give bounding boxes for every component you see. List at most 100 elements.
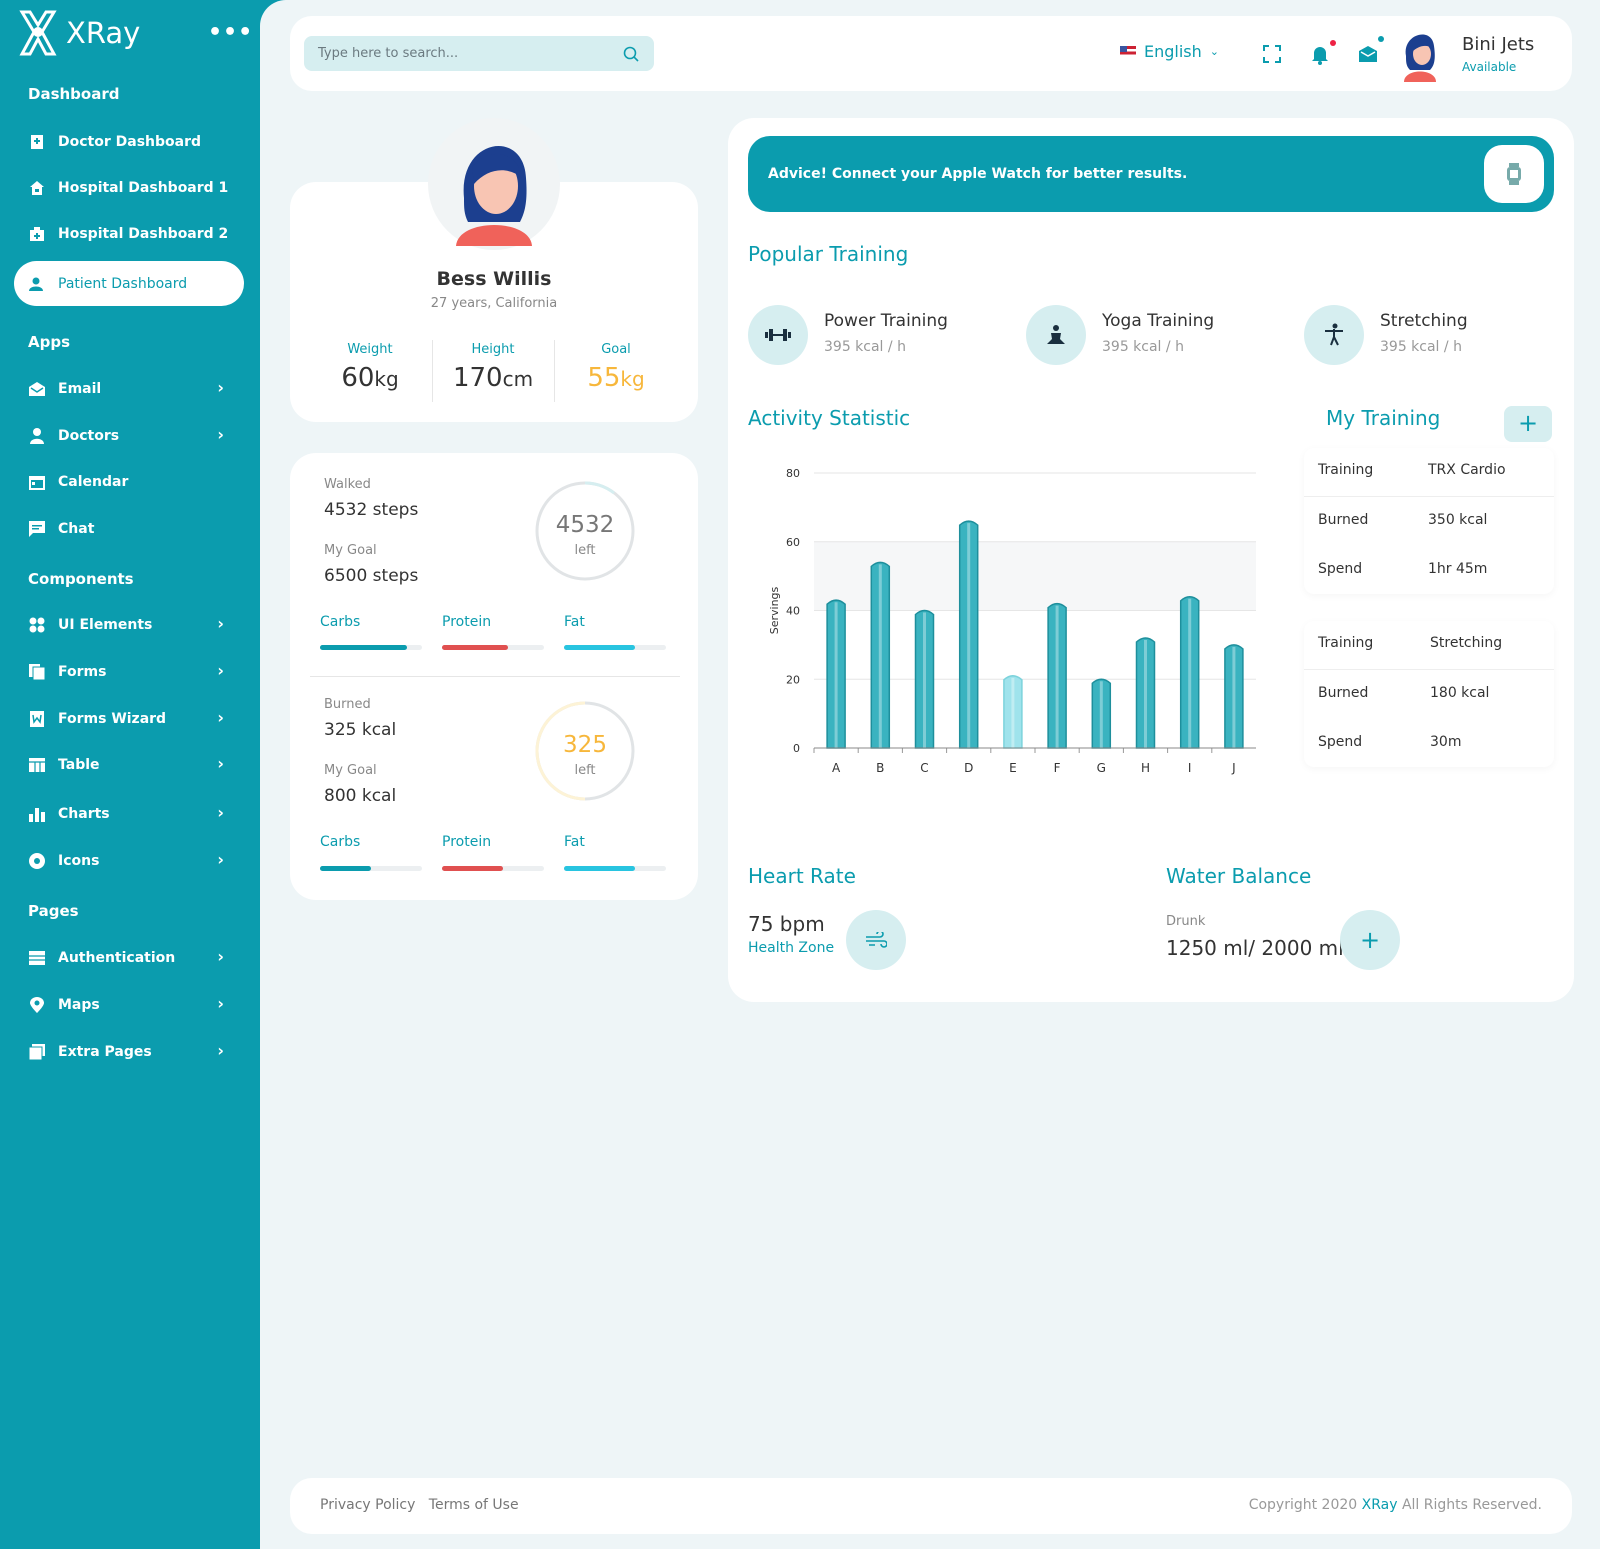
training-name: Power Training xyxy=(824,311,948,331)
protein-bar xyxy=(442,645,544,650)
sidebar-item-email[interactable]: Email › xyxy=(14,366,244,411)
fullscreen-icon[interactable] xyxy=(1260,42,1284,66)
bell-icon[interactable] xyxy=(1308,42,1332,66)
add-training-button[interactable]: + xyxy=(1504,406,1552,442)
sidebar-item-label: Charts xyxy=(58,805,110,822)
sidebar-item-hospital-dashboard-2[interactable]: Hospital Dashboard 2 xyxy=(14,211,244,256)
chevron-right-icon: › xyxy=(217,947,224,966)
avatar[interactable] xyxy=(1400,26,1440,82)
sidebar-item-charts[interactable]: Charts › xyxy=(14,791,244,836)
xray-logo-icon xyxy=(19,10,57,56)
chevron-right-icon: › xyxy=(217,708,224,727)
language-selector[interactable]: English ⌄ xyxy=(1120,42,1219,61)
grid-icon xyxy=(28,616,46,634)
sidebar-item-table[interactable]: Table › xyxy=(14,742,244,787)
activity-title: Activity Statistic xyxy=(748,406,911,430)
wind-icon xyxy=(866,932,887,948)
walked-label: Walked xyxy=(324,477,371,492)
fat-bar xyxy=(564,866,666,871)
sidebar-item-forms-wizard[interactable]: Forms Wizard › xyxy=(14,696,244,741)
sidebar-item-doctor-dashboard[interactable]: Doctor Dashboard xyxy=(14,119,244,164)
watch-button[interactable] xyxy=(1484,145,1544,203)
advice-banner: Advice! Connect your Apple Watch for bet… xyxy=(748,136,1554,212)
notification-dot xyxy=(1330,40,1336,46)
sidebar: XRay ••• Dashboard Doctor Dashboard Hosp… xyxy=(0,0,260,1549)
sidebar-item-forms[interactable]: Forms › xyxy=(14,649,244,694)
sidebar-item-label: Patient Dashboard xyxy=(58,275,188,292)
watch-icon xyxy=(1507,163,1521,185)
carbs-bar xyxy=(320,866,422,871)
sidebar-item-ui-elements[interactable]: UI Elements › xyxy=(14,602,244,647)
my-training-title: My Training xyxy=(1326,406,1441,430)
spend-label: Spend xyxy=(1318,734,1363,750)
weight-value: 60 xyxy=(341,363,375,393)
mail-icon xyxy=(28,380,46,398)
training-panel: Advice! Connect your Apple Watch for bet… xyxy=(728,118,1574,1002)
user-name[interactable]: Bini Jets xyxy=(1462,34,1534,55)
sidebar-item-label: Maps xyxy=(58,996,100,1013)
kcal-goal-value: 800 kcal xyxy=(324,786,397,806)
burned-label: Burned xyxy=(1318,512,1369,528)
heart-rate-title: Heart Rate xyxy=(748,864,856,888)
weight-stat: Weight 60kg xyxy=(310,342,430,393)
spend-value: 1hr 45m xyxy=(1428,561,1488,577)
privacy-link[interactable]: Privacy Policy xyxy=(320,1497,415,1513)
divider xyxy=(554,340,555,402)
sidebar-item-chat[interactable]: Chat xyxy=(14,506,244,551)
sidebar-item-icons[interactable]: Icons › xyxy=(14,838,244,883)
doctor-icon xyxy=(28,133,46,151)
us-flag-icon xyxy=(1120,46,1136,57)
chevron-right-icon: › xyxy=(217,661,224,680)
spend-value: 30m xyxy=(1430,734,1462,750)
search-icon[interactable] xyxy=(622,38,640,68)
training-kcal: 395 kcal / h xyxy=(824,339,906,355)
mail-icon[interactable] xyxy=(1356,42,1380,66)
chevron-right-icon: › xyxy=(217,1041,224,1060)
x-tick-label: E xyxy=(1009,761,1017,775)
sidebar-item-label: UI Elements xyxy=(58,616,153,633)
burned-value: 180 kcal xyxy=(1430,685,1490,701)
activity-chart: 0 20 40 60 80 Servings A B C D E F G H I J xyxy=(768,467,1256,775)
copyright-brand[interactable]: XRay xyxy=(1362,1497,1398,1513)
chevron-right-icon: › xyxy=(217,614,224,633)
training-kcal: 395 kcal / h xyxy=(1102,339,1184,355)
sidebar-item-calendar[interactable]: Calendar xyxy=(14,459,244,504)
add-water-button[interactable]: + xyxy=(1340,910,1400,970)
language-label: English xyxy=(1144,42,1202,61)
brand[interactable]: XRay xyxy=(18,8,140,58)
footer: Privacy Policy Terms of Use Copyright 20… xyxy=(290,1478,1572,1534)
heart-rate-value: 75 bpm xyxy=(748,912,825,936)
training-label: Training xyxy=(1318,462,1374,478)
more-icon[interactable]: ••• xyxy=(208,20,253,45)
sidebar-item-maps[interactable]: Maps › xyxy=(14,982,244,1027)
burned-value: 350 kcal xyxy=(1428,512,1488,528)
kcal-ring: 325 left xyxy=(534,700,636,802)
sidebar-item-extra-pages[interactable]: Extra Pages › xyxy=(14,1029,244,1074)
y-tick-label: 80 xyxy=(786,467,800,480)
forms-icon xyxy=(28,663,46,681)
training-card[interactable]: Training Stretching Burned 180 kcal Spen… xyxy=(1304,621,1554,767)
pages-icon xyxy=(28,1043,46,1061)
divider xyxy=(1304,669,1554,670)
sidebar-item-authentication[interactable]: Authentication › xyxy=(14,935,244,980)
training-name: Yoga Training xyxy=(1102,311,1215,331)
top-bar: Type here to search... English ⌄ Bini Je… xyxy=(290,16,1572,91)
terms-link[interactable]: Terms of Use xyxy=(429,1497,519,1513)
search-input[interactable]: Type here to search... xyxy=(304,36,654,71)
sidebar-item-patient-dashboard[interactable]: Patient Dashboard xyxy=(14,261,244,306)
sidebar-item-label: Hospital Dashboard 2 xyxy=(58,225,229,242)
sidebar-item-hospital-dashboard-1[interactable]: Hospital Dashboard 1 xyxy=(14,165,244,210)
sidebar-item-doctors[interactable]: Doctors › xyxy=(14,413,244,458)
wind-button[interactable] xyxy=(846,910,906,970)
fat-bar xyxy=(564,645,666,650)
x-tick-label: J xyxy=(1231,761,1236,775)
weight-label: Weight xyxy=(347,342,393,357)
divider xyxy=(310,676,680,677)
training-value: Stretching xyxy=(1430,635,1503,651)
chevron-right-icon: › xyxy=(217,754,224,773)
health-zone-label: Health Zone xyxy=(748,940,835,956)
spend-label: Spend xyxy=(1318,561,1363,577)
x-tick-label: B xyxy=(876,761,884,775)
training-card[interactable]: Training TRX Cardio Burned 350 kcal Spen… xyxy=(1304,448,1554,594)
patient-avatar-icon xyxy=(456,145,532,246)
